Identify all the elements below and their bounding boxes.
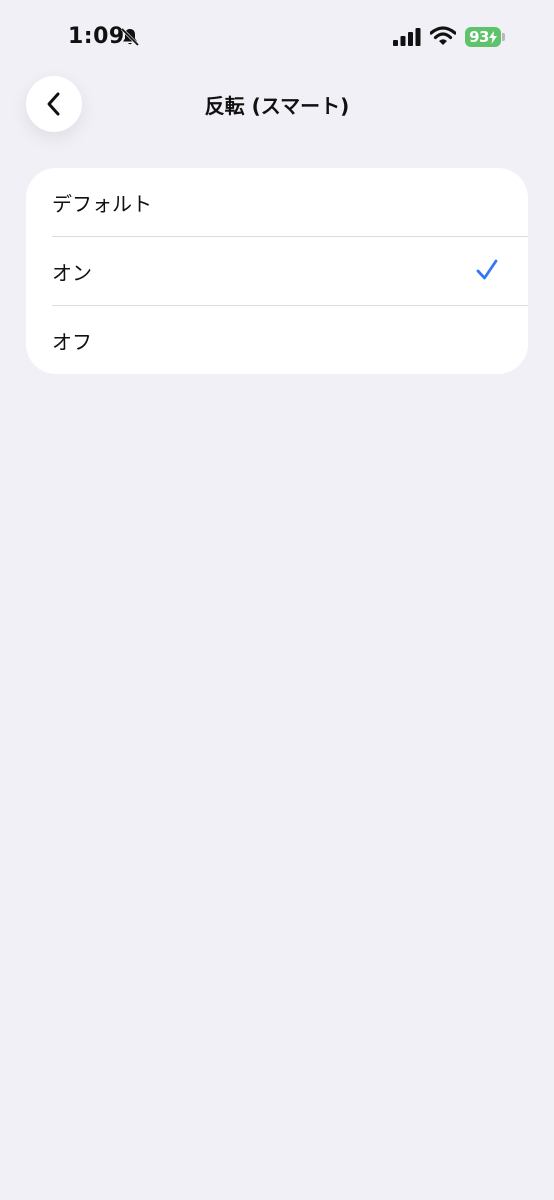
status-bar: 1:09 93 bbox=[0, 0, 554, 76]
option-label: デフォルト bbox=[52, 191, 152, 216]
battery-level: 93 bbox=[469, 28, 489, 46]
wifi-icon bbox=[429, 26, 457, 50]
checkmark-icon bbox=[476, 259, 498, 280]
cellular-signal-icon bbox=[393, 28, 421, 50]
bell-slash-icon bbox=[120, 27, 140, 51]
option-label: オフ bbox=[52, 329, 92, 354]
option-off[interactable]: オフ bbox=[26, 306, 528, 374]
options-card: デフォルト オン オフ bbox=[26, 168, 528, 374]
navigation-bar: 反転 (スマート) bbox=[0, 76, 554, 136]
option-on[interactable]: オン bbox=[26, 237, 528, 305]
option-default[interactable]: デフォルト bbox=[26, 168, 528, 236]
battery-charging-icon: 93 bbox=[465, 27, 501, 47]
status-time: 1:09 bbox=[68, 24, 125, 49]
battery-cap bbox=[502, 33, 505, 41]
option-label: オン bbox=[52, 260, 92, 285]
page-title: 反転 (スマート) bbox=[204, 94, 350, 118]
